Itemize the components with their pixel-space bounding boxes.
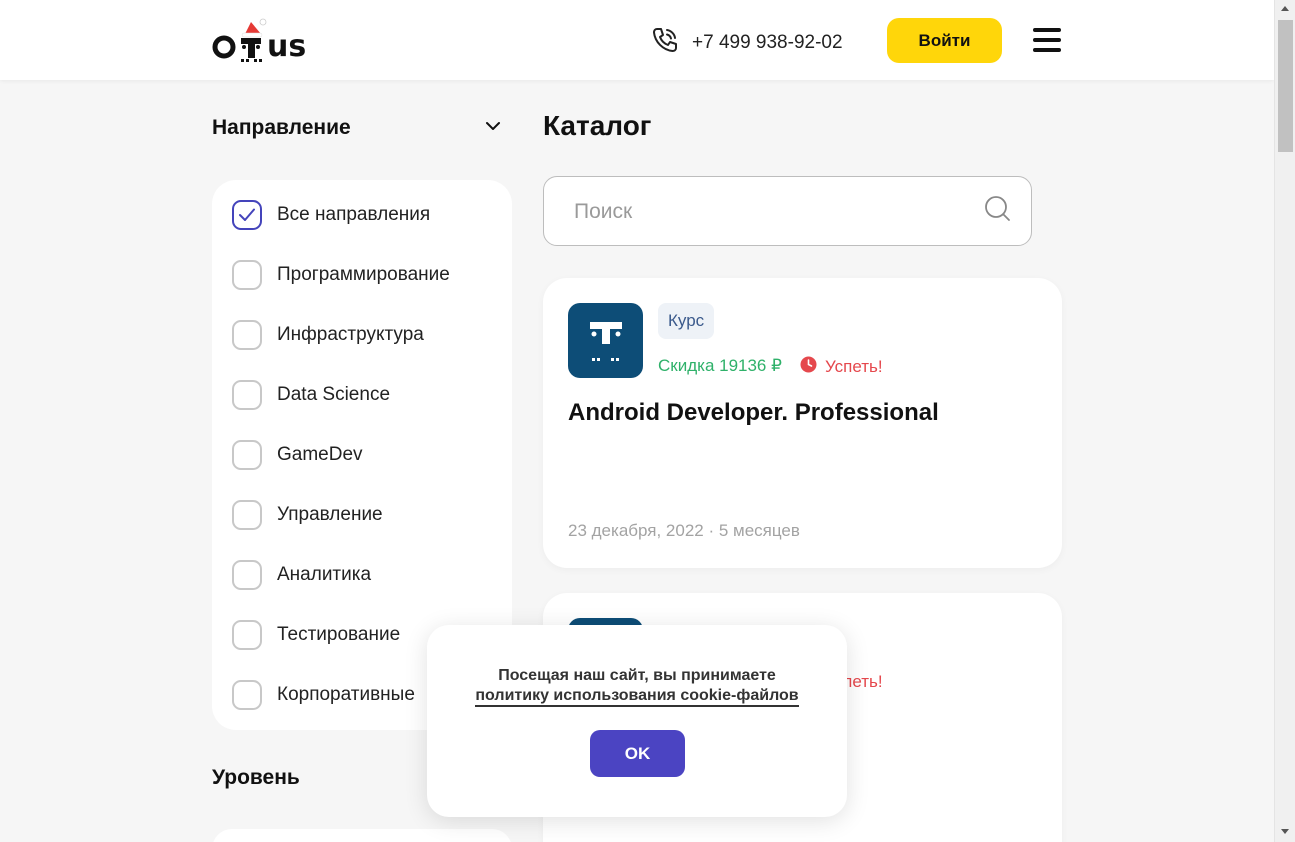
discount-label: Скидка 19136 ₽ xyxy=(658,356,782,375)
checkbox[interactable] xyxy=(232,320,262,350)
page-scrollbar[interactable] xyxy=(1274,0,1295,842)
level-filter-panel xyxy=(212,829,512,842)
course-title[interactable]: Android Developer. Professional xyxy=(568,399,939,427)
filter-item-label: Управление xyxy=(277,504,383,525)
filter-item-all[interactable]: Все направления xyxy=(232,200,430,230)
checkbox[interactable] xyxy=(232,260,262,290)
direction-filter-title: Направление xyxy=(212,116,351,139)
filter-item-corporate[interactable]: Корпоративные xyxy=(232,680,415,710)
checkbox-checked[interactable] xyxy=(232,200,262,230)
filter-item-management[interactable]: Управление xyxy=(232,500,383,530)
checkbox[interactable] xyxy=(232,500,262,530)
checkbox[interactable] xyxy=(232,380,262,410)
search-input[interactable] xyxy=(574,195,974,229)
course-logo xyxy=(568,303,643,378)
hurry-label: Успеть! xyxy=(825,357,883,376)
filter-item-infrastructure[interactable]: Инфраструктура xyxy=(232,320,424,350)
chevron-down-icon[interactable] xyxy=(484,119,502,137)
burger-menu-icon[interactable] xyxy=(1033,28,1061,52)
filter-item-label: Аналитика xyxy=(277,564,372,585)
filter-item-label: Все направления xyxy=(277,204,431,225)
phone-icon xyxy=(650,25,680,60)
filter-item-analytics[interactable]: Аналитика xyxy=(232,560,371,590)
site-header: us +7 499 938-92-02 Войти xyxy=(0,0,1274,80)
cookie-policy-link[interactable]: политику использования cookie-файлов xyxy=(475,686,799,707)
cookie-message: Посещая наш сайт, вы принимаете xyxy=(498,667,776,684)
filter-item-gamedev[interactable]: GameDev xyxy=(232,440,363,470)
check-icon xyxy=(239,208,255,221)
login-button[interactable]: Войти xyxy=(887,18,1002,63)
filter-item-label: GameDev xyxy=(277,444,363,465)
filter-item-label: Корпоративные xyxy=(277,684,415,705)
search-box[interactable] xyxy=(543,176,1032,246)
course-meta: 23 декабря, 2022 · 5 месяцев xyxy=(568,521,800,540)
filter-item-programming[interactable]: Программирование xyxy=(232,260,450,290)
filter-item-data-science[interactable]: Data Science xyxy=(232,380,390,410)
filter-item-label: Инфраструктура xyxy=(277,324,424,345)
phone-number[interactable]: +7 499 938-92-02 xyxy=(692,32,843,54)
phone-contact[interactable]: +7 499 938-92-02 xyxy=(650,25,843,60)
cookie-text-block: Посещая наш сайт, вы принимаете политику… xyxy=(427,666,847,707)
direction-filter-header[interactable]: Направление xyxy=(212,116,502,140)
cookie-consent-popup: Посещая наш сайт, вы принимаете политику… xyxy=(427,625,847,817)
cookie-ok-button[interactable]: OK xyxy=(590,730,685,777)
scroll-up-arrow-icon[interactable] xyxy=(1281,6,1289,11)
clock-icon xyxy=(800,356,817,378)
checkbox[interactable] xyxy=(232,620,262,650)
checkbox[interactable] xyxy=(232,560,262,590)
course-type-badge: Курс xyxy=(658,303,715,339)
filter-item-label: Тестирование xyxy=(277,624,401,645)
filter-item-testing[interactable]: Тестирование xyxy=(232,620,400,650)
svg-text:us: us xyxy=(267,29,306,64)
hurry-badge: Успеть! xyxy=(800,356,883,378)
checkbox[interactable] xyxy=(232,680,262,710)
filter-item-label: Программирование xyxy=(277,264,450,285)
filter-item-label: Data Science xyxy=(277,384,391,405)
course-card[interactable]: Курс Скидка 19136 ₽ Успеть! Android Deve… xyxy=(543,278,1062,568)
otus-logo[interactable]: us xyxy=(211,14,321,64)
checkbox[interactable] xyxy=(232,440,262,470)
scroll-thumb[interactable] xyxy=(1278,20,1293,152)
scroll-down-arrow-icon[interactable] xyxy=(1281,829,1289,834)
search-icon[interactable] xyxy=(983,194,1013,229)
level-filter-title: Уровень xyxy=(212,766,300,789)
page-title: Каталог xyxy=(543,110,652,141)
